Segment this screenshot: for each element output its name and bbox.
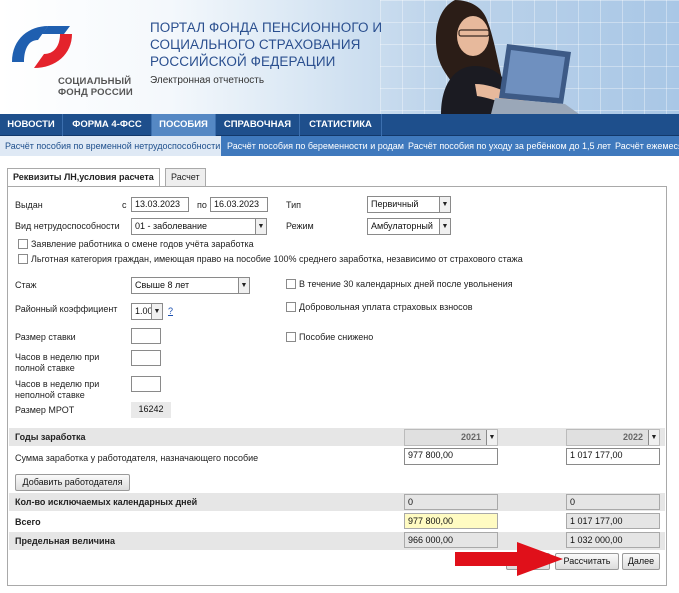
hours-part-input[interactable] [131,376,161,392]
seniority-select[interactable]: Свыше 8 лет ▼ [131,277,250,294]
date-to-input[interactable]: 16.03.2023 [210,197,268,212]
chevron-down-icon: ▼ [255,219,266,234]
date-from-label: с [122,200,127,210]
chevron-down-icon: ▼ [439,219,450,234]
chevron-down-icon: ▼ [238,278,249,293]
regional-coef-value: 1.00 [135,306,153,316]
regional-coef-help-link[interactable]: ? [168,306,173,317]
hours-full-input[interactable] [131,350,161,366]
reduced-checkbox[interactable] [286,332,296,342]
total-label: Всего [15,517,41,527]
regional-coef-select[interactable]: 1.00 ▼ [131,303,163,320]
hours-full-label-2: полной ставке [15,363,75,373]
kind-select-value: 01 - заболевание [135,221,208,231]
rate-input[interactable] [131,328,161,344]
voluntary-contrib-checkbox[interactable] [286,302,296,312]
type-select[interactable]: Первичный ▼ [367,196,451,213]
portal-title-line2: СОЦИАЛЬНОГО СТРАХОВАНИЯ [150,37,361,52]
total-year2-value: 1 017 177,00 [566,513,660,529]
reduced-label: Пособие снижено [299,332,374,342]
hours-part-label-1: Часов в неделю при [15,379,100,389]
year1-select[interactable]: 2021 ▼ [404,429,498,446]
woman-laptop-illustration [436,0,579,114]
limit-year2-value: 1 032 000,00 [566,532,660,548]
earnings-sum-label: Сумма заработка у работодателя, назначаю… [15,453,259,463]
kind-label: Вид нетрудоспособности [15,221,120,231]
mode-select-value: Амбулаторный [371,221,433,231]
year1-value: 2021 [460,432,481,442]
chevron-down-icon: ▼ [486,430,497,445]
voluntary-contrib-label: Добровольная уплата страховых взносов [299,302,473,312]
nav-item-reference[interactable]: СПРАВОЧНАЯ [216,114,300,136]
chevron-down-icon: ▼ [151,304,162,319]
nav-item-benefits[interactable]: ПОСОБИЯ [152,114,216,136]
kind-select[interactable]: 01 - заболевание ▼ [131,218,267,235]
add-employer-button[interactable]: Добавить работодателя [15,474,130,491]
mrot-value: 16242 [131,402,171,418]
site-header: СОЦИАЛЬНЫЙ ФОНД РОССИИ ПОРТАЛ ФОНДА ПЕНС… [0,0,679,114]
issued-label: Выдан [15,200,43,210]
portal-subtitle: Электронная отчетность [150,75,265,86]
nav-item-news[interactable]: НОВОСТИ [0,114,63,136]
excluded-days-label: Кол-во исключаемых календарных дней [15,497,198,507]
hours-full-label-1: Часов в неделю при [15,352,100,362]
year2-value: 2022 [622,432,643,442]
year2-select[interactable]: 2022 ▼ [566,429,660,446]
sum-year1-input[interactable]: 977 800,00 [404,448,498,465]
type-label: Тип [286,200,302,210]
mode-label: Режим [286,221,314,231]
portal-title-line1: ПОРТАЛ ФОНДА ПЕНСИОННОГО И [150,20,383,35]
sfr-logo-icon[interactable] [8,18,88,78]
red-arrow-annotation-icon [455,542,563,576]
change-years-label: Заявление работника о смене годов учёта … [31,239,254,249]
subnav-childcare[interactable]: Расчёт пособия по уходу за ребёнком до 1… [408,136,611,156]
logo-text-line2: ФОНД РОССИИ [58,87,133,98]
sub-nav: Расчёт пособия по временной нетрудоспосо… [0,136,679,156]
excluded-year1-value: 0 [404,494,498,510]
after-dismissal-checkbox[interactable] [286,279,296,289]
date-to-label: по [197,200,207,210]
hours-part-label-2: неполной ставке [15,390,85,400]
mrot-label: Размер МРОТ [15,405,75,415]
after-dismissal-label: В течение 30 календарных дней после увол… [299,279,513,289]
nav-item-form-4fss[interactable]: ФОРМА 4-ФСС [63,114,152,136]
subnav-monthly[interactable]: Расчёт ежемеся [615,136,679,156]
excluded-year2-value: 0 [566,494,660,510]
rate-label: Размер ставки [15,332,76,342]
tab-calculation[interactable]: Расчет [165,168,206,186]
seniority-select-value: Свыше 8 лет [135,280,190,290]
chevron-down-icon: ▼ [648,430,659,445]
portal-title-line3: РОССИЙСКОЙ ФЕДЕРАЦИИ [150,54,336,69]
type-select-value: Первичный [371,199,419,209]
nav-item-statistics[interactable]: СТАТИСТИКА [300,114,382,136]
subnav-maternity[interactable]: Расчёт пособия по беременности и родам [227,136,404,156]
privileged-label: Льготная категория граждан, имеющая прав… [31,254,523,264]
sum-year2-input[interactable]: 1 017 177,00 [566,448,660,465]
privileged-checkbox[interactable] [18,254,28,264]
seniority-label: Стаж [15,280,37,290]
next-button[interactable]: Далее [622,553,660,570]
main-nav: НОВОСТИ ФОРМА 4-ФСС ПОСОБИЯ СПРАВОЧНАЯ С… [0,114,679,136]
total-year1-value: 977 800,00 [404,513,498,529]
chevron-down-icon: ▼ [439,197,450,212]
change-years-checkbox[interactable] [18,239,28,249]
mode-select[interactable]: Амбулаторный ▼ [367,218,451,235]
limit-label: Предельная величина [15,536,116,546]
subnav-temporary-disability[interactable]: Расчёт пособия по временной нетрудоспосо… [0,136,221,156]
tab-requisites[interactable]: Реквизиты ЛН,условия расчета [7,168,160,187]
regional-coef-label: Районный коэффициент [15,304,118,314]
earnings-years-label: Годы заработка [15,432,86,442]
date-from-input[interactable]: 13.03.2023 [131,197,189,212]
logo-text-line1: СОЦИАЛЬНЫЙ [58,76,132,87]
